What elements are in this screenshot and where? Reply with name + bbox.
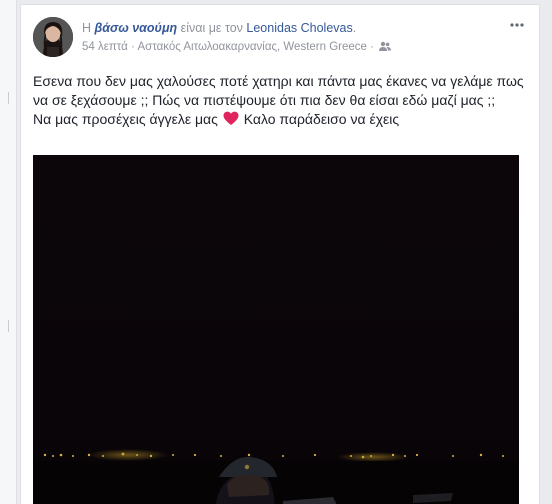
with-text: είναι με τον [180,21,243,35]
post-card: Η βάσω ναούμη είναι με τον Leonidas Chol… [20,4,540,504]
post-body: Εσενα που δεν μας χαλούσες ποτέ χατηρι κ… [33,72,525,131]
prefix-text: Η [82,21,92,35]
heart-emoji-icon [223,111,239,131]
post-line-2a: Να μας προσέχεις άγγελε μας [33,111,218,127]
meta-period: . [352,21,357,35]
avatar-image [33,17,73,57]
post-subline: 54 λεπτά · Αστακός Αιτωλοακαρνανίας, Wes… [82,39,392,57]
meta-separator: · [370,41,374,53]
heart-svg [223,111,239,125]
post-line-2b: Καλο παράδεισο να έχεις [243,111,400,127]
left-scroll-edge [0,0,17,504]
post-paragraph-2: Να μας προσέχεις άγγελε μας Καλο παράδει… [33,110,525,131]
tagged-person-link[interactable]: Leonidas Cholevas [246,21,352,35]
feed-viewport: Η βάσω ναούμη είναι με τον Leonidas Chol… [0,0,552,504]
friends-audience-icon[interactable] [379,41,392,57]
more-dots [510,23,524,27]
author-name-link[interactable]: βάσω ναούμη [95,21,178,35]
more-options-icon[interactable] [507,19,527,35]
audience-icon-svg [379,41,392,51]
post-header: Η βάσω ναούμη είναι με τον Leonidas Chol… [33,17,527,63]
post-meta-line: Η βάσω ναούμη είναι με τον Leonidas Chol… [82,19,497,37]
location-link[interactable]: Αστακός Αιτωλοακαρνανίας, Western Greece [137,41,367,53]
author-avatar[interactable] [33,17,73,57]
night-photo [33,155,519,504]
timestamp-link[interactable]: 54 λεπτά [82,41,128,53]
edge-tick [8,320,9,332]
post-paragraph-1: Εσενα που δεν μας χαλούσες ποτέ χατηρι κ… [33,73,524,108]
meta-separator: · [131,41,135,53]
edge-tick [8,92,9,104]
post-photo[interactable] [33,155,519,504]
